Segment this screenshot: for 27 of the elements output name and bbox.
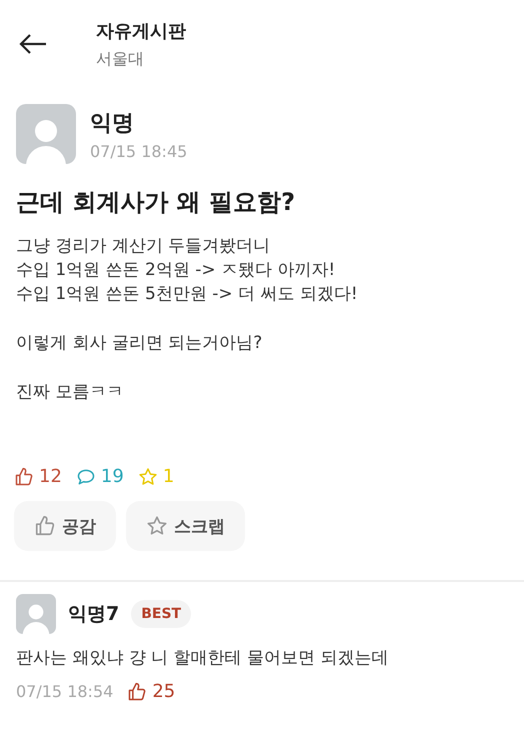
star-icon [146,515,168,537]
board-title: 자유게시판 [96,20,186,42]
like-count: 25 [152,681,176,702]
thumbs-up-icon [127,682,148,702]
author-name: 익명 [90,110,135,138]
post-title: 근데 회계사가 왜 필요함? [16,187,296,218]
scrap-button[interactable]: 스크랩 [126,501,245,551]
speech-bubble-icon [76,466,96,486]
best-badge: BEST [131,600,192,628]
avatar-icon [16,104,76,164]
board-subtitle: 서울대 [96,48,145,70]
comment-time: 07/15 18:54 [16,682,114,701]
comment-text: 판사는 왜있냐 걍 니 할매한테 물어보면 되겠는데 [16,647,390,669]
post-time: 07/15 18:45 [90,142,188,160]
thumbs-up-icon [34,515,56,537]
post-paragraph: 그냥 경리가 계산기 두들겨봤더니 수입 1억원 쓴돈 2억원 -> ㅈ됐다 아끼자! 수입 1억원 쓴돈 5천만원 -> 더 써도 되겠다! [16,235,359,306]
stat-count: 1 [162,466,174,487]
back-icon[interactable] [18,32,48,56]
thumbs-up-icon [14,466,34,486]
stat-count: 19 [100,466,124,487]
avatar-icon [16,594,56,634]
post-paragraph: 진짜 모름ㅋㅋ [16,381,124,404]
star-icon [138,466,158,486]
post-paragraph: 이렇게 회사 굴리면 되는거아님? [16,332,264,355]
stat-count: 12 [39,466,62,487]
like-button[interactable]: 공감 [14,501,116,551]
commenter-name: 익명7 [68,602,120,627]
